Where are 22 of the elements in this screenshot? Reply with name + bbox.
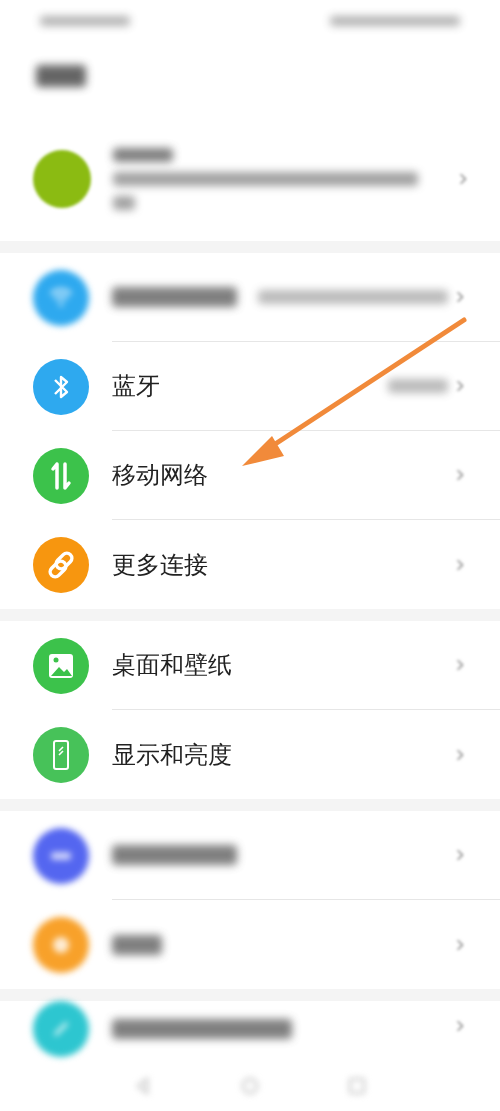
chevron-icon [456, 468, 464, 482]
chevron-icon [456, 848, 464, 862]
row-label: 桌面和壁纸 [112, 650, 232, 681]
page-title-blurred [36, 65, 86, 87]
chevron-icon [456, 658, 464, 672]
settings-row[interactable]: 更多连接 [0, 520, 500, 609]
row-label: 显示和亮度 [112, 739, 232, 771]
settings-row[interactable]: 显示和亮度 [0, 710, 500, 799]
chevron-icon [456, 379, 464, 393]
blurred-text [113, 195, 135, 210]
row-label: 更多连接 [112, 549, 208, 581]
blurred-text [113, 147, 173, 162]
chevron-icon [456, 937, 464, 952]
settings-row[interactable]: 桌面和壁纸 [0, 621, 500, 710]
chevron-icon [456, 557, 464, 572]
settings-row[interactable]: 蓝牙 [0, 342, 500, 431]
chevron-icon [456, 747, 464, 762]
row-label: 蓝牙 [112, 371, 160, 402]
chevron-icon [459, 171, 467, 186]
chevron-icon [456, 290, 464, 304]
row-label: 移动网络 [112, 460, 208, 491]
chevron-icon [456, 1019, 464, 1033]
